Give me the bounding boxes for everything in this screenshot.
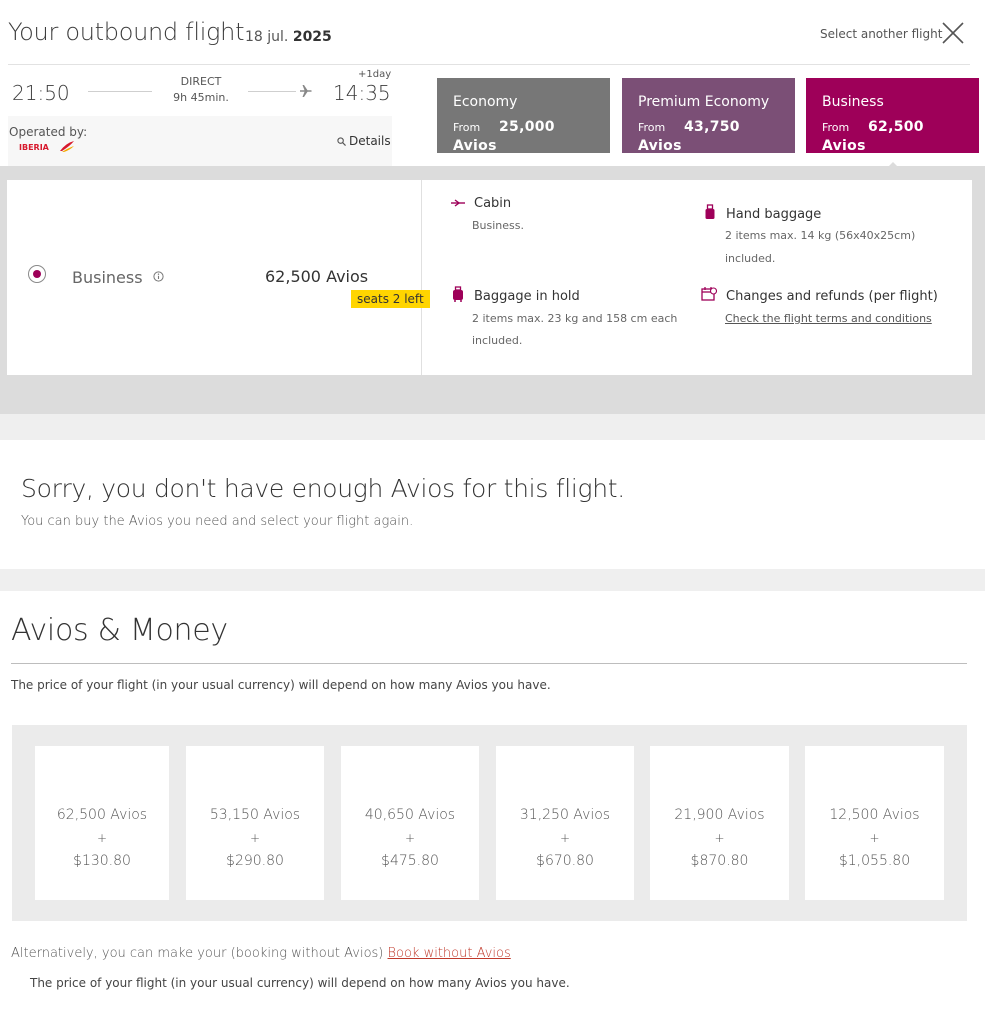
- fare-price: 62,500 Avios: [265, 267, 369, 286]
- option-money: $475.80: [381, 853, 439, 869]
- option-plus: +: [96, 831, 108, 845]
- alternative-booking-text: Alternatively, you can make your (bookin…: [11, 946, 511, 961]
- info-icon[interactable]: [153, 271, 164, 282]
- details-label: Details: [349, 134, 391, 148]
- fare-name: Business: [72, 268, 143, 287]
- hand-baggage-included: included.: [725, 252, 776, 265]
- flight-duration: 9h 45min.: [173, 91, 229, 104]
- operated-by-label: Operated by:: [9, 125, 88, 139]
- route-line-right: [248, 91, 296, 92]
- seats-left-badge: seats 2 left: [351, 290, 430, 308]
- hand-baggage-text: 2 items max. 14 kg (56x40x25cm): [725, 229, 916, 242]
- tab-business[interactable]: Business From 62,500 Avios: [806, 78, 979, 154]
- fare-radio-button[interactable]: [28, 265, 46, 283]
- insufficient-avios-subtitle: You can buy the Avios you need and selec…: [21, 514, 414, 529]
- option-avios: 62,500 Avios: [56, 807, 148, 823]
- avios-option-1[interactable]: 62,500 Avios + $130.80: [35, 746, 169, 900]
- tab-business-name: Business: [822, 94, 884, 110]
- magnifier-icon: [337, 137, 346, 146]
- close-icon[interactable]: [941, 21, 965, 45]
- flight-stops: DIRECT: [180, 75, 222, 88]
- hold-baggage-icon: [453, 286, 463, 302]
- insufficient-avios-title: Sorry, you don't have enough Avios for t…: [21, 474, 625, 503]
- hold-baggage-title: Baggage in hold: [474, 289, 580, 304]
- hold-baggage-text: 2 items max. 23 kg and 158 cm each: [472, 312, 678, 325]
- option-money: $1,055.80: [838, 853, 911, 869]
- option-money: $290.80: [226, 853, 284, 869]
- arrival-time: 14:35: [333, 81, 391, 105]
- avios-money-divider: [11, 663, 967, 664]
- option-avios: 40,650 Avios: [364, 807, 456, 823]
- day-offset: +1day: [358, 69, 392, 80]
- avios-option-2[interactable]: 53,150 Avios + $290.80: [186, 746, 324, 900]
- seat-icon: [451, 199, 465, 207]
- option-money: $870.80: [690, 853, 749, 869]
- option-avios: 21,900 Avios: [674, 807, 765, 823]
- route-line-left: [88, 91, 152, 92]
- book-without-avios-link[interactable]: Book without Avios: [388, 946, 511, 961]
- plane-icon: [300, 85, 312, 97]
- section-separator: [0, 414, 985, 440]
- page-title: Your outbound flight: [8, 18, 245, 46]
- tab-premium-from: From: [638, 121, 666, 134]
- terms-conditions-link[interactable]: Check the flight terms and conditions: [725, 312, 932, 325]
- calendar-refund-icon: [701, 287, 717, 301]
- tab-premium-economy[interactable]: Premium Economy From 43,750 Avios: [622, 78, 795, 154]
- tab-premium-name: Premium Economy: [638, 94, 770, 110]
- flight-date-year: 2025: [292, 29, 332, 45]
- avios-option-6[interactable]: 12,500 Avios + $1,055.80: [805, 746, 944, 900]
- tab-economy[interactable]: Economy From 25,000 Avios: [437, 78, 610, 154]
- option-plus: +: [869, 831, 880, 845]
- tab-economy-name: Economy: [453, 94, 518, 110]
- section-separator-2: [0, 569, 985, 591]
- cabin-feature-title: Cabin: [474, 196, 512, 211]
- iberia-logo-text: IBERIA: [19, 143, 50, 152]
- option-plus: +: [559, 831, 571, 845]
- avios-option-4[interactable]: 31,250 Avios + $670.80: [496, 746, 634, 900]
- terms-link-wrap: Check the flight terms and conditions: [725, 308, 932, 330]
- option-money: $670.80: [536, 853, 594, 869]
- selected-tab-caret: [885, 162, 901, 170]
- avios-option-5[interactable]: 21,900 Avios + $870.80: [650, 746, 789, 900]
- tab-economy-from: From: [453, 121, 481, 134]
- cabin-feature-text: Business.: [472, 219, 525, 232]
- avios-money-description: The price of your flight (in your usual …: [11, 678, 551, 692]
- select-another-flight-link[interactable]: Select another flight: [820, 27, 942, 41]
- changes-refunds-title: Changes and refunds (per flight): [726, 289, 938, 304]
- option-avios: 12,500 Avios: [829, 807, 920, 823]
- hold-baggage-included: included.: [472, 334, 523, 347]
- hand-baggage-icon: [705, 204, 715, 219]
- option-plus: +: [404, 831, 416, 845]
- option-avios: 53,150 Avios: [209, 807, 301, 823]
- option-money: $130.80: [73, 853, 131, 869]
- footer-price-note: The price of your flight (in your usual …: [30, 976, 570, 990]
- alternative-booking-label: Alternatively, you can make your (bookin…: [11, 946, 384, 961]
- details-link[interactable]: Details: [337, 134, 391, 148]
- option-avios: 31,250 Avios: [519, 807, 611, 823]
- avios-option-3[interactable]: 40,650 Avios + $475.80: [341, 746, 479, 900]
- tab-business-from: From: [822, 121, 850, 134]
- option-plus: +: [249, 831, 261, 845]
- fare-card-divider: [421, 180, 422, 375]
- departure-time: 21:50: [12, 81, 70, 105]
- option-plus: +: [714, 831, 725, 845]
- flight-date: 18 jul. 2025: [245, 29, 332, 45]
- flight-date-day: 18 jul.: [245, 29, 289, 45]
- hand-baggage-title: Hand baggage: [726, 207, 822, 222]
- avios-money-title: Avios & Money: [11, 613, 228, 648]
- iberia-logo: IBERIA: [19, 141, 74, 152]
